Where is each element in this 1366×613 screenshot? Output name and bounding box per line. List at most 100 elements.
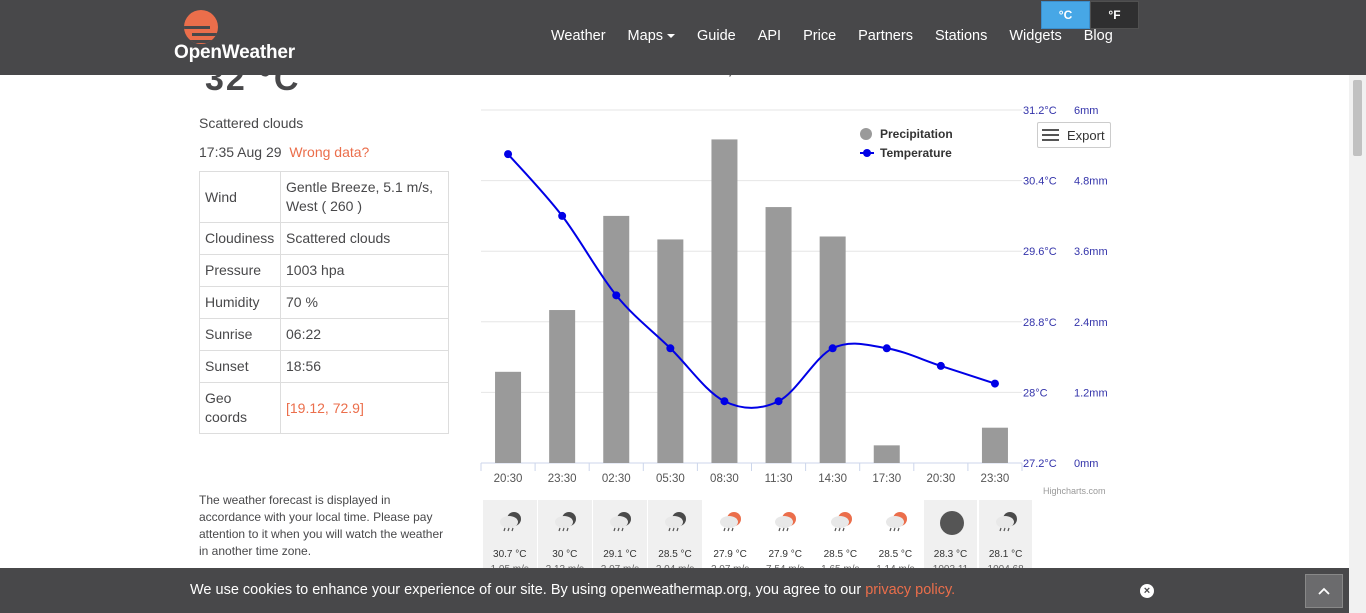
top-navbar: OpenWeather Weather Maps Guide API Price…: [0, 0, 1366, 75]
details-row: Geo coords [19.12, 72.9]: [199, 382, 449, 434]
forecast-cell[interactable]: 30 °C2.13 m/s: [538, 500, 592, 575]
details-value: Gentle Breeze, 5.1 m/s, West ( 260 ): [280, 171, 449, 223]
nav-blog[interactable]: Blog: [1084, 28, 1113, 44]
observation-time: 17:35 Aug 29 Wrong data?: [199, 144, 369, 160]
temperature-line: [507, 153, 996, 409]
temperature-point: [558, 211, 567, 220]
forecast-temp: 29.1 °C: [603, 549, 637, 560]
openweather-logo[interactable]: OpenWeather: [174, 10, 314, 65]
y-left-tick-label: 27.2°C: [1023, 458, 1057, 470]
forecast-cell[interactable]: 28.5 °C1.65 m/s: [813, 500, 868, 575]
temperature-point: [720, 397, 729, 406]
nav-guide[interactable]: Guide: [697, 28, 736, 44]
y-left-tick-label: 29.6°C: [1023, 246, 1057, 258]
nav-weather[interactable]: Weather: [551, 28, 606, 44]
temperature-point: [666, 344, 675, 353]
legend-temperature[interactable]: Temperature: [860, 143, 953, 162]
night-rain-icon: [610, 512, 632, 532]
details-key: Pressure: [199, 254, 281, 287]
legend-precipitation[interactable]: Precipitation: [860, 124, 953, 143]
nav-stations[interactable]: Stations: [935, 28, 987, 44]
details-key: Geo coords: [199, 382, 281, 434]
precipitation-bar: [711, 139, 738, 463]
day-rain-icon: [830, 512, 852, 532]
y-left-tick-label: 28°C: [1023, 387, 1048, 399]
details-row: Pressure 1003 hpa: [199, 254, 449, 287]
forecast-temp: 30 °C: [552, 549, 578, 560]
chart-legend: Precipitation Temperature: [860, 124, 953, 162]
cookie-banner: We use cookies to enhance your experienc…: [0, 568, 1349, 613]
chevron-up-icon: [1318, 587, 1330, 595]
forecast-temp: 28.3 °C: [933, 549, 968, 560]
details-row: Sunset 18:56: [199, 350, 449, 383]
details-key: Humidity: [199, 286, 281, 319]
precipitation-bar: [603, 215, 630, 463]
forecast-cell[interactable]: 30.7 °C1.05 m/s: [483, 500, 537, 575]
precipitation-bar: [495, 371, 522, 463]
details-value: 18:56: [280, 350, 449, 383]
details-value[interactable]: [19.12, 72.9]: [280, 382, 449, 434]
y-right-tick-label: 6mm: [1074, 105, 1098, 117]
temperature-point: [882, 344, 891, 353]
x-tick-label: 17:30: [872, 473, 901, 485]
forecast-temp: 28.5 °C: [823, 549, 858, 560]
forecast-cell[interactable]: 28.1 °C1004.68: [978, 500, 1033, 575]
nav-widgets[interactable]: Widgets: [1009, 28, 1061, 44]
wrong-data-link[interactable]: Wrong data?: [289, 144, 369, 160]
x-tick-label: 14:30: [818, 473, 847, 485]
privacy-policy-link[interactable]: privacy policy.: [865, 582, 955, 598]
celsius-button[interactable]: °C: [1041, 1, 1090, 29]
y-right-tick-label: 3.6mm: [1074, 246, 1108, 258]
night-rain-icon: [995, 512, 1017, 532]
nav-maps[interactable]: Maps: [628, 28, 676, 44]
day-rain-icon: [885, 512, 907, 532]
export-button[interactable]: Export: [1037, 122, 1111, 148]
scroll-to-top-button[interactable]: [1305, 574, 1343, 608]
details-row: Cloudiness Scattered clouds: [199, 222, 449, 255]
precipitation-bar: [873, 445, 900, 463]
x-tick-label: 08:30: [710, 473, 739, 485]
day-rain-icon: [720, 512, 742, 532]
details-key: Sunrise: [199, 318, 281, 351]
x-tick-label: 23:30: [548, 473, 577, 485]
forecast-cell[interactable]: 28.3 °C1003.11: [923, 500, 978, 575]
y-right-tick-label: 4.8mm: [1074, 176, 1108, 188]
weather-details-table: Wind Gentle Breeze, 5.1 m/s, West ( 260 )…: [199, 171, 449, 434]
precipitation-bar: [549, 310, 576, 463]
forecast-cell[interactable]: 27.9 °C7.54 m/s: [758, 500, 812, 575]
x-tick-label: 11:30: [765, 473, 793, 485]
unit-toggle: °C °F: [1041, 1, 1139, 29]
precipitation-legend-icon: [860, 127, 872, 140]
temperature-point: [828, 344, 837, 353]
precipitation-bar: [765, 207, 792, 463]
temperature-point: [774, 397, 783, 406]
forecast-cell[interactable]: 27.9 °C2.07 m/s: [703, 500, 757, 575]
page-scrollbar[interactable]: [1349, 75, 1366, 613]
y-left-tick-label: 30.4°C: [1023, 176, 1057, 188]
scrollbar-thumb[interactable]: [1353, 80, 1362, 156]
details-key: Wind: [199, 171, 281, 223]
close-icon[interactable]: ×: [1140, 584, 1154, 598]
forecast-cell[interactable]: 28.5 °C1.14 m/s: [868, 500, 923, 575]
nav-price[interactable]: Price: [803, 28, 836, 44]
details-value: 70 %: [280, 286, 449, 319]
details-row: Sunrise 06:22: [199, 318, 449, 351]
highcharts-credits[interactable]: Highcharts.com: [1043, 486, 1106, 496]
cookie-text: We use cookies to enhance your experienc…: [190, 582, 955, 598]
night-rain-icon: [555, 512, 577, 532]
details-row: Humidity 70 %: [199, 286, 449, 319]
forecast-cell[interactable]: 29.1 °C2.07 m/s: [593, 500, 647, 575]
forecast-temp: 28.5 °C: [658, 549, 692, 560]
nav-api[interactable]: API: [758, 28, 781, 44]
nav-partners[interactable]: Partners: [858, 28, 913, 44]
temperature-point: [612, 291, 621, 300]
fahrenheit-button[interactable]: °F: [1090, 1, 1139, 29]
forecast-cell[interactable]: 28.5 °C2.04 m/s: [648, 500, 702, 575]
details-value: 06:22: [280, 318, 449, 351]
temperature-point: [504, 150, 513, 159]
y-right-tick-label: 0mm: [1074, 458, 1098, 470]
day-rain-icon: [775, 512, 797, 532]
details-row: Wind Gentle Breeze, 5.1 m/s, West ( 260 ): [199, 171, 449, 223]
y-right-tick-label: 1.2mm: [1074, 387, 1108, 399]
details-key: Sunset: [199, 350, 281, 383]
